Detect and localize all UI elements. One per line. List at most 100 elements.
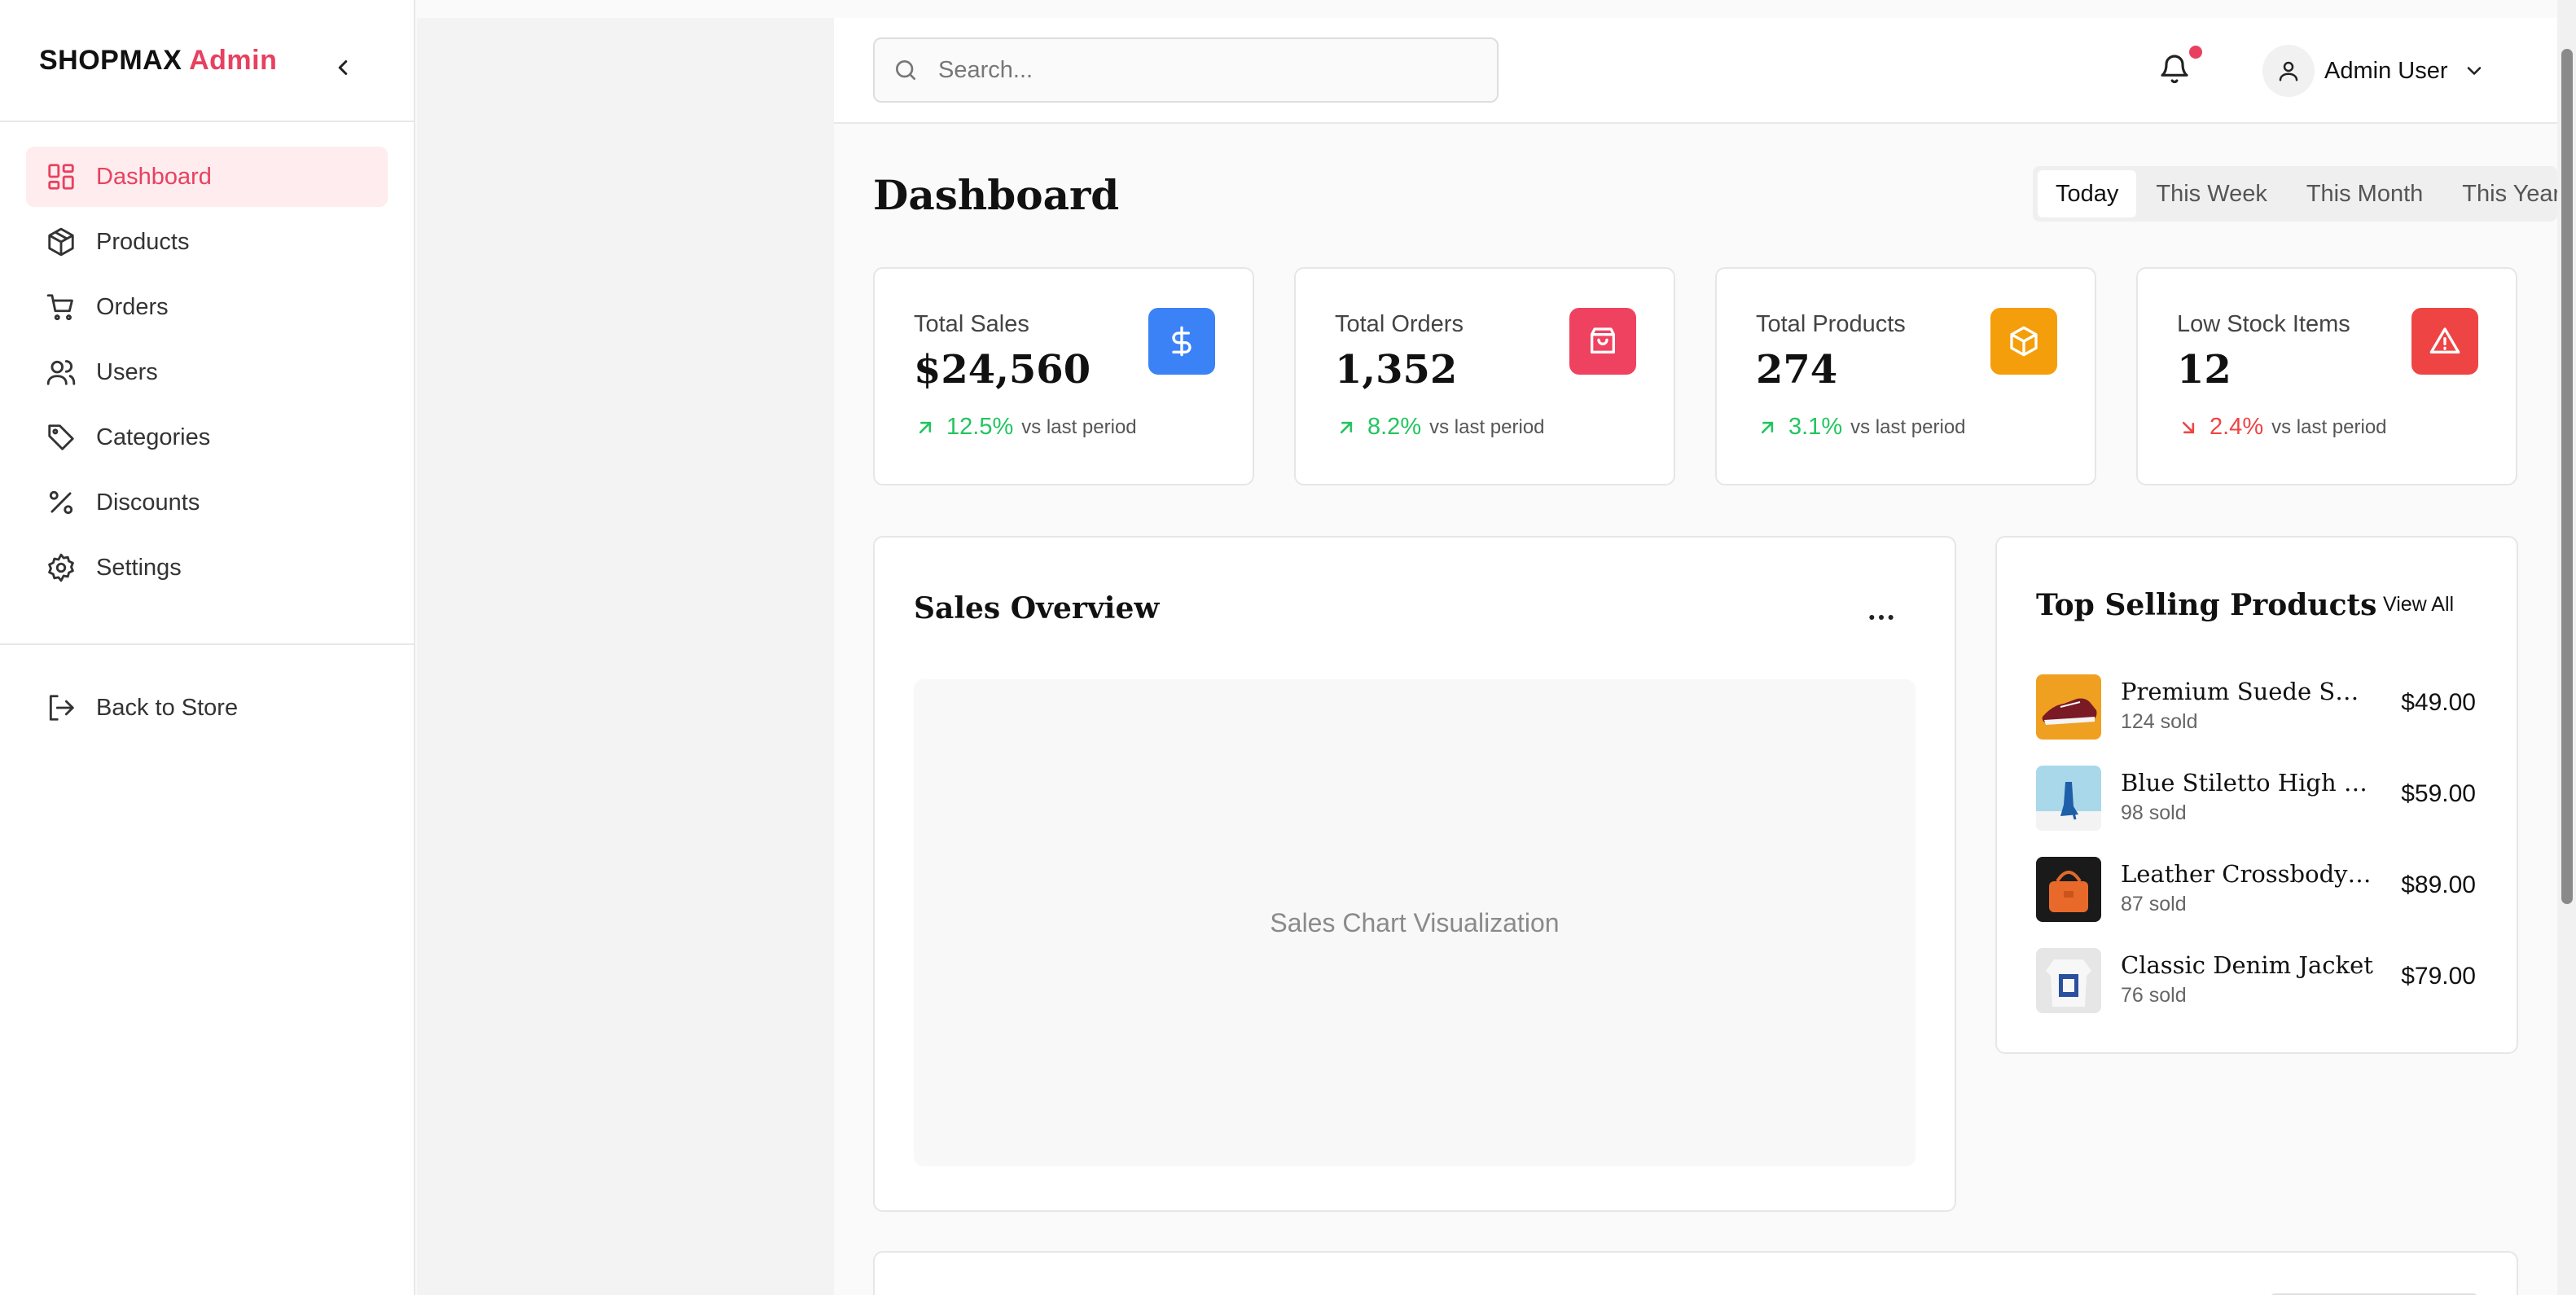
page-scrollbar[interactable]: [2557, 0, 2576, 1295]
back-to-store-link[interactable]: Back to Store: [26, 678, 388, 738]
shopping-bag-icon: [1591, 327, 1615, 353]
bag-image: [2036, 857, 2101, 922]
product-price: $49.00: [2401, 689, 2476, 716]
sales-chart-area: Sales Chart Visualization: [914, 679, 1916, 1166]
product-sold: 76 sold: [2121, 984, 2187, 1007]
stat-change: 8.2% vs last period: [1335, 414, 1545, 441]
sidebar-item-label: Discounts: [96, 489, 200, 516]
top-products-title: Top Selling Products: [2036, 588, 2377, 622]
sidebar-item-settings[interactable]: Settings: [26, 538, 388, 598]
tab-today[interactable]: Today: [2038, 170, 2137, 217]
cart-icon: [46, 294, 73, 321]
chevron-down-icon: [2467, 67, 2481, 75]
sidebar-item-label: Users: [96, 358, 158, 385]
arrow-up-right-icon: [1340, 421, 1353, 433]
product-sold: 124 sold: [2121, 710, 2198, 733]
stat-change-percent: 3.1%: [1788, 414, 1843, 440]
brand-row: SHOPMAX Admin: [0, 0, 414, 122]
user-icon: [2279, 61, 2298, 81]
stat-change: 12.5% vs last period: [914, 414, 1137, 441]
product-name: Blue Stiletto High Heels: [2121, 769, 2373, 797]
stat-change-percent: 2.4%: [2210, 414, 2264, 440]
stat-change-note: vs last period: [2271, 415, 2387, 438]
stat-icon-box: [2411, 308, 2478, 375]
brand-name: SHOPMAX: [39, 44, 182, 76]
product-row[interactable]: Premium Suede Sneak... 124 sold $49.00: [2036, 674, 2476, 743]
stat-value: 274: [1756, 347, 1838, 393]
stat-card-total-sales: Total Sales $24,560 12.5% vs last period: [873, 267, 1254, 485]
brand-accent: Admin: [189, 44, 278, 76]
brand-logo[interactable]: SHOPMAX Admin: [39, 45, 277, 77]
period-tabs: Today This Week This Month This Year: [2033, 166, 2557, 222]
package-icon: [2010, 326, 2038, 357]
view-all-link[interactable]: View All: [2383, 593, 2454, 617]
tab-this-year[interactable]: This Year: [2442, 170, 2557, 217]
sidebar-item-discounts[interactable]: Discounts: [26, 472, 388, 533]
gear-icon: [48, 553, 74, 582]
stat-change-percent: 8.2%: [1367, 414, 1422, 440]
sidebar-item-label: Settings: [96, 554, 182, 581]
sidebar-item-label: Categories: [96, 424, 211, 450]
arrow-down-right-icon: [2182, 421, 2195, 433]
heels-image: [2036, 766, 2101, 831]
sidebar-item-label: Dashboard: [96, 163, 212, 190]
notification-dot: [2189, 46, 2202, 59]
product-row[interactable]: Leather Crossbody Bag 87 sold $89.00: [2036, 857, 2476, 925]
product-thumbnail: [2036, 766, 2101, 831]
stat-value: 12: [2177, 347, 2232, 393]
sales-overview-title: Sales Overview: [914, 591, 1160, 626]
logout-icon: [49, 695, 74, 721]
sidebar-item-users[interactable]: Users: [26, 342, 388, 402]
stat-card-total-orders: Total Orders 1,352 8.2% vs last period: [1294, 267, 1675, 485]
product-name: Leather Crossbody Bag: [2121, 860, 2373, 888]
stat-change-note: vs last period: [1021, 415, 1137, 438]
product-sold: 87 sold: [2121, 893, 2187, 915]
dashboard-grid-icon: [48, 164, 74, 190]
users-icon: [46, 360, 76, 385]
jacket-image: [2036, 948, 2101, 1013]
product-name: Premium Suede Sneak...: [2121, 678, 2373, 705]
scrollbar-thumb[interactable]: [2561, 49, 2573, 904]
search-input[interactable]: [938, 56, 1468, 84]
bell-icon[interactable]: [2158, 52, 2191, 85]
tag-icon: [48, 424, 74, 450]
sidebar: SHOPMAX Admin Dashboard Products Orders …: [0, 0, 415, 1295]
page-title: Dashboard: [873, 171, 1120, 219]
stat-change-note: vs last period: [1429, 415, 1545, 438]
product-row[interactable]: Blue Stiletto High Heels 98 sold $59.00: [2036, 766, 2476, 834]
product-name: Classic Denim Jacket: [2121, 951, 2373, 979]
box-icon: [48, 227, 74, 257]
stat-label: Total Sales: [914, 311, 1029, 337]
chart-placeholder-text: Sales Chart Visualization: [1270, 907, 1560, 937]
sidebar-bottom: Back to Store: [0, 645, 414, 775]
percent-icon: [49, 490, 73, 515]
sidebar-item-dashboard[interactable]: Dashboard: [26, 147, 388, 207]
sidebar-item-categories[interactable]: Categories: [26, 407, 388, 468]
stat-value: $24,560: [914, 347, 1091, 393]
user-menu[interactable]: Admin User: [2262, 44, 2486, 98]
stat-card-low-stock: Low Stock Items 12 2.4% vs last period: [2136, 267, 2517, 485]
product-thumbnail: [2036, 857, 2101, 922]
product-price: $59.00: [2401, 780, 2476, 807]
more-horizontal-icon[interactable]: [1865, 601, 1898, 634]
sales-overview-panel: Sales Overview Sales Chart Visualization: [873, 536, 1956, 1212]
avatar: [2262, 45, 2315, 97]
stat-change: 3.1% vs last period: [1756, 414, 1966, 441]
sidebar-item-orders[interactable]: Orders: [26, 277, 388, 337]
topbar: Admin User: [834, 18, 2557, 124]
tab-this-week[interactable]: This Week: [2136, 170, 2286, 217]
sidebar-nav: Dashboard Products Orders Users Categori…: [0, 122, 414, 598]
stat-change-note: vs last period: [1850, 415, 1966, 438]
chevron-left-icon[interactable]: [331, 55, 355, 80]
sidebar-item-label: Products: [96, 228, 190, 255]
sidebar-item-products[interactable]: Products: [26, 212, 388, 272]
product-row[interactable]: Classic Denim Jacket 76 sold $79.00: [2036, 948, 2476, 1016]
sidebar-gap-panel: [417, 18, 834, 1295]
stat-icon-box: [1990, 308, 2057, 375]
product-price: $89.00: [2401, 871, 2476, 898]
arrow-up-right-icon: [1761, 421, 1774, 433]
top-products-panel: Top Selling Products View All Premium Su…: [1995, 536, 2518, 1054]
product-thumbnail: [2036, 948, 2101, 1013]
back-to-store-label: Back to Store: [96, 694, 239, 721]
tab-this-month[interactable]: This Month: [2287, 170, 2442, 217]
